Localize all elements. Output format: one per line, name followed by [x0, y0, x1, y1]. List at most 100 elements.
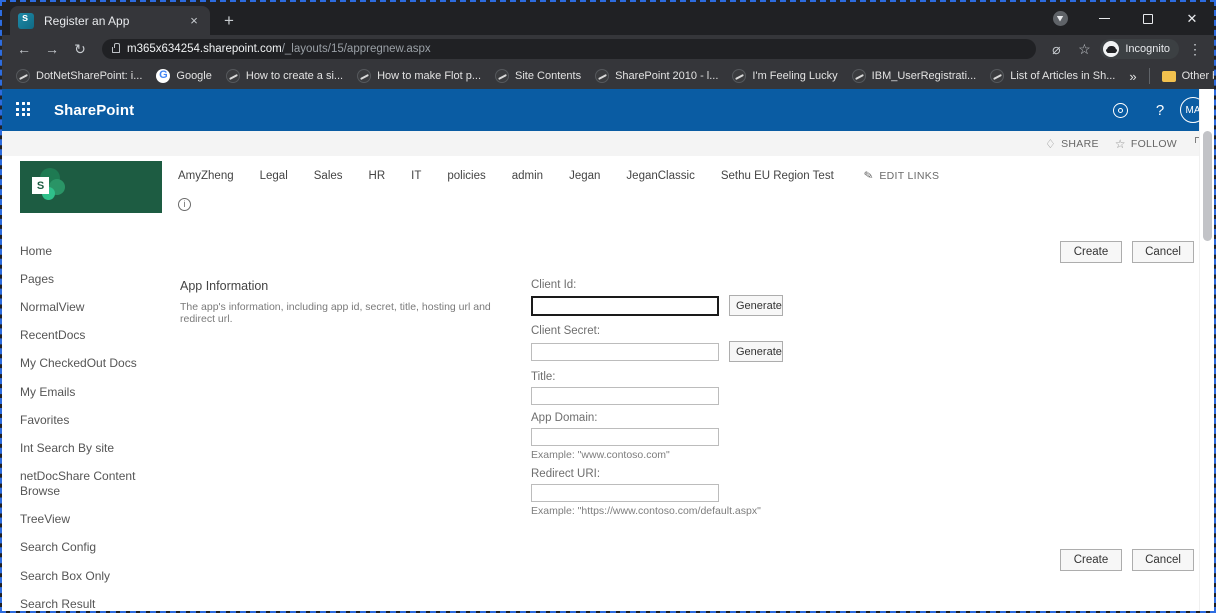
nav-link-sales[interactable]: Sales — [314, 170, 343, 182]
bookmark-item[interactable]: How to make Flot p... — [351, 66, 487, 86]
nav-link-sethu-eu-region-test[interactable]: Sethu EU Region Test — [721, 170, 834, 182]
sidebar-item-my-emails[interactable]: My Emails — [2, 378, 174, 406]
client-secret-label: Client Secret: — [531, 325, 601, 337]
generate-client-id-button[interactable]: Generate — [729, 295, 783, 316]
window-controls: ✕ — [1038, 2, 1214, 35]
bookmark-label: SharePoint 2010 - l... — [615, 70, 719, 82]
bookmark-item[interactable]: How to create a si... — [220, 66, 349, 86]
app-domain-row — [531, 428, 831, 446]
bookmark-item[interactable]: DotNetSharePoint: i... — [10, 66, 148, 86]
gear-icon[interactable] — [1100, 89, 1140, 131]
top-button-row: Create Cancel — [174, 231, 1214, 263]
address-bar[interactable]: m365x634254.sharepoint.com /_layouts/15/… — [102, 39, 1037, 59]
generate-client-secret-button[interactable]: Generate — [729, 341, 783, 362]
nav-link-legal[interactable]: Legal — [260, 170, 288, 182]
bookmark-star-icon[interactable]: ☆ — [1070, 35, 1098, 63]
app-information-form: App Information The app's information, i… — [174, 263, 1214, 517]
share-button[interactable]: ♢ SHARE — [1045, 138, 1099, 150]
tab-strip: Register an App × + ✕ — [2, 2, 1214, 35]
sidebar-item-recentdocs[interactable]: RecentDocs — [2, 322, 174, 350]
star-icon: ☆ — [1114, 136, 1126, 151]
bookmark-item[interactable]: Site Contents — [489, 66, 587, 86]
profile-icon[interactable] — [1038, 2, 1082, 35]
sidebar-item-search-box-only[interactable]: Search Box Only — [2, 562, 174, 590]
bookmark-label: List of Articles in Sh... — [1010, 70, 1116, 82]
sidebar-item-pages[interactable]: Pages — [2, 265, 174, 293]
client-id-input[interactable] — [531, 295, 719, 316]
nav-link-amyzheng[interactable]: AmyZheng — [178, 170, 234, 182]
globe-icon — [16, 69, 30, 83]
sidebar-item-netdocshare-content-browse[interactable]: netDocShare Content Browse — [2, 463, 174, 506]
bookmark-item[interactable]: I'm Feeling Lucky — [726, 66, 843, 86]
nav-link-hr[interactable]: HR — [369, 170, 386, 182]
bookmarks-bar: DotNetSharePoint: i... Google How to cre… — [2, 63, 1214, 89]
client-id-label: Client Id: — [531, 279, 577, 291]
minimize-button[interactable] — [1082, 2, 1126, 35]
sidebar-item-treeview[interactable]: TreeView — [2, 506, 174, 534]
info-icon[interactable]: i — [178, 198, 191, 211]
sidebar-item-search-config[interactable]: Search Config — [2, 534, 174, 562]
bookmark-item[interactable]: Google — [150, 66, 217, 86]
close-window-button[interactable]: ✕ — [1170, 2, 1214, 35]
reload-icon[interactable]: ↻ — [66, 35, 94, 63]
bookmark-item[interactable]: IBM_UserRegistrati... — [846, 66, 983, 86]
incognito-icon — [1103, 41, 1120, 57]
back-icon[interactable]: ← — [10, 35, 38, 63]
edit-links-button[interactable]: ✎ EDIT LINKS — [862, 169, 940, 183]
follow-button[interactable]: ☆ FOLLOW — [1115, 138, 1177, 150]
help-icon[interactable]: ? — [1140, 89, 1180, 131]
sidebar-item-my-checkedout-docs[interactable]: My CheckedOut Docs — [2, 350, 174, 378]
bookmark-label: IBM_UserRegistrati... — [871, 70, 977, 82]
forward-icon[interactable]: → — [38, 35, 66, 63]
sidebar-item-normalview[interactable]: NormalView — [2, 293, 174, 321]
nav-link-it[interactable]: IT — [411, 170, 421, 182]
bookmark-item[interactable]: List of Articles in Sh... — [984, 66, 1121, 86]
nav-link-policies[interactable]: policies — [447, 170, 485, 182]
page-viewport: SharePoint ? MA ♢ SHARE ☆ FOLLOW S AmyZh… — [2, 89, 1214, 611]
maximize-button[interactable] — [1126, 2, 1170, 35]
sidebar-item-home[interactable]: Home — [2, 237, 174, 265]
site-header: S AmyZheng Legal Sales HR IT policies ad… — [2, 157, 1214, 231]
browser-menu-icon[interactable]: ⋮ — [1181, 35, 1209, 63]
nav-link-jeganclassic[interactable]: JeganClassic — [626, 170, 694, 182]
create-button-top[interactable]: Create — [1060, 241, 1122, 263]
client-secret-row: Generate — [531, 341, 831, 362]
share-icon: ♢ — [1045, 136, 1057, 151]
redirect-uri-row — [531, 484, 831, 502]
sidebar-item-search-result[interactable]: Search Result — [2, 590, 174, 611]
cancel-button-bottom[interactable]: Cancel — [1132, 549, 1194, 571]
title-row — [531, 387, 831, 405]
client-secret-input[interactable] — [531, 342, 719, 361]
cancel-button-top[interactable]: Cancel — [1132, 241, 1194, 263]
bookmarks-overflow-icon[interactable]: » — [1121, 69, 1144, 84]
browser-toolbar: ← → ↻ m365x634254.sharepoint.com /_layou… — [2, 35, 1214, 63]
nav-link-admin[interactable]: admin — [512, 170, 543, 182]
redirect-uri-label: Redirect URI: — [531, 468, 601, 480]
other-bookmarks-button[interactable]: Other bookmarks — [1156, 66, 1214, 86]
title-input[interactable] — [531, 387, 719, 405]
extensions-hidden-icon[interactable]: ⌀ — [1042, 35, 1070, 63]
edit-links-label: EDIT LINKS — [879, 169, 940, 182]
scrollbar-thumb[interactable] — [1203, 131, 1212, 241]
sharepoint-icon — [18, 12, 34, 29]
redirect-uri-input[interactable] — [531, 484, 719, 502]
incognito-indicator[interactable]: Incognito — [1100, 39, 1179, 59]
url-host: m365x634254.sharepoint.com — [127, 43, 282, 55]
left-navigation: Home Pages NormalView RecentDocs My Chec… — [2, 231, 174, 611]
new-tab-button[interactable]: + — [218, 10, 240, 32]
sidebar-item-favorites[interactable]: Favorites — [2, 406, 174, 434]
sharepoint-brand-link[interactable]: SharePoint — [54, 102, 134, 119]
app-domain-input[interactable] — [531, 428, 719, 446]
create-button-bottom[interactable]: Create — [1060, 549, 1122, 571]
close-icon[interactable]: × — [186, 14, 202, 27]
toolbar-actions: ⌀ ☆ Incognito ⋮ — [1042, 35, 1214, 63]
page-scrollbar[interactable] — [1199, 89, 1214, 611]
site-logo[interactable]: S — [20, 161, 162, 213]
nav-link-jegan[interactable]: Jegan — [569, 170, 600, 182]
bookmark-item[interactable]: SharePoint 2010 - l... — [589, 66, 724, 86]
browser-tab[interactable]: Register an App × — [10, 6, 210, 35]
pencil-icon: ✎ — [862, 169, 875, 183]
app-launcher-icon[interactable] — [16, 102, 32, 118]
sidebar-item-int-search-by-site[interactable]: Int Search By site — [2, 434, 174, 462]
form-fields: Client Id: Generate Client Secret: Gener… — [531, 279, 831, 517]
